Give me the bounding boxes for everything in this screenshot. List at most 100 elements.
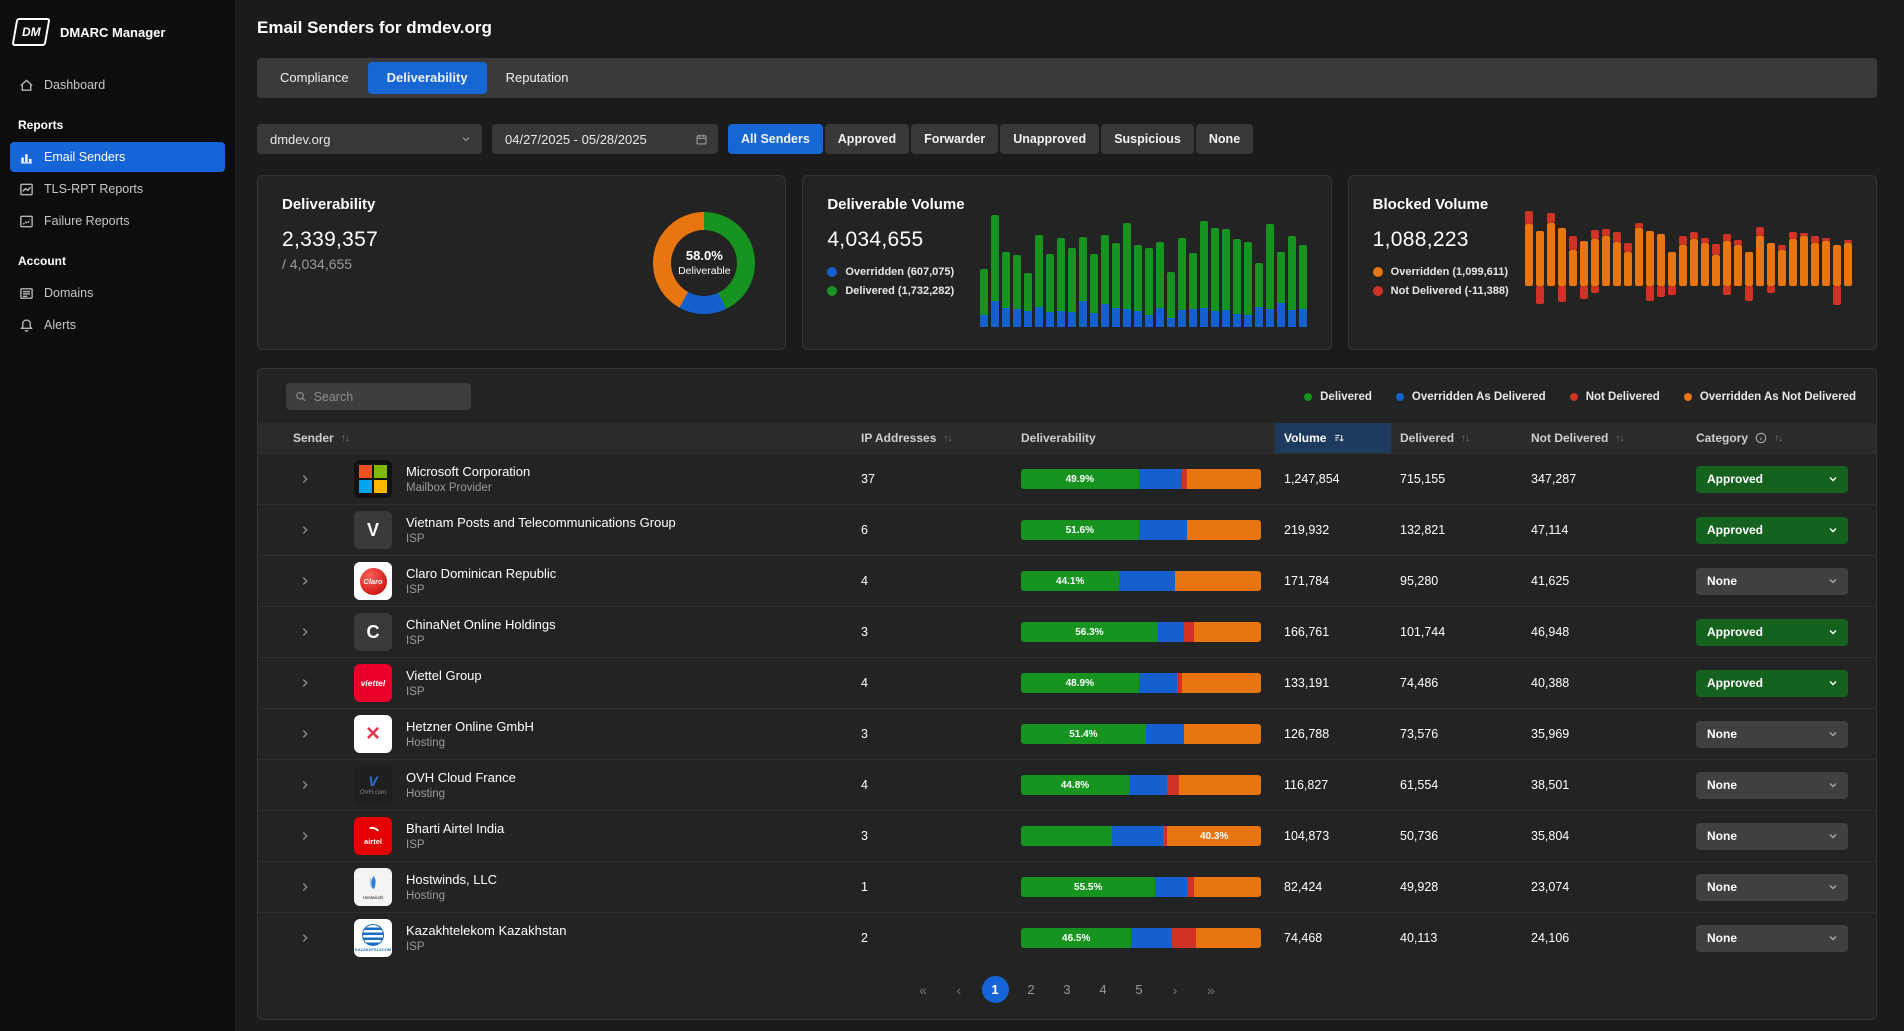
filter-button-forwarder[interactable]: Forwarder [911, 124, 998, 154]
sidebar-item-alerts[interactable]: Alerts [10, 310, 225, 340]
expand-row-chevron-icon[interactable] [298, 931, 314, 945]
sender-type: ISP [406, 941, 566, 953]
blocked-volume-legend-item: Not Delivered (-11,388) [1373, 285, 1509, 297]
info-icon[interactable] [1755, 432, 1767, 444]
sidebar-item-tls-rpt-reports[interactable]: TLS-RPT Reports [10, 174, 225, 204]
category-cell: Approved [1692, 619, 1876, 646]
donut-label: Deliverable [678, 265, 731, 277]
filter-button-all-senders[interactable]: All Senders [728, 124, 823, 154]
sidebar-item-email-senders[interactable]: Email Senders [10, 142, 225, 172]
stacked-bar [1200, 221, 1208, 327]
expand-row-chevron-icon[interactable] [298, 625, 314, 639]
calendar-icon [695, 133, 708, 146]
bar-not-delivered-below [1723, 286, 1731, 295]
bar-overridden [1778, 250, 1786, 286]
category-dropdown[interactable]: Approved [1696, 517, 1848, 544]
tab-deliverability[interactable]: Deliverability [368, 62, 487, 94]
blocked-bar [1822, 206, 1830, 326]
blocked-bar [1591, 206, 1599, 326]
sidebar-item-domains[interactable]: Domains [10, 278, 225, 308]
tab-compliance[interactable]: Compliance [261, 62, 368, 94]
category-dropdown[interactable]: None [1696, 925, 1848, 952]
bar-delivered [1123, 223, 1131, 309]
deliverability-pct-label: 51.4% [1021, 724, 1146, 744]
category-dropdown[interactable]: Approved [1696, 466, 1848, 493]
category-dropdown[interactable]: None [1696, 721, 1848, 748]
volume-value: 166,761 [1275, 625, 1391, 639]
stacked-bar [1233, 239, 1241, 327]
column-header-sender[interactable]: Sender↑↓ [278, 423, 861, 453]
pagination-page-5[interactable]: 5 [1126, 976, 1153, 1003]
pagination-page-2[interactable]: 2 [1018, 976, 1045, 1003]
bar-overridden-delivered [1112, 826, 1162, 846]
domain-select-value: dmdev.org [270, 132, 330, 147]
expand-row-chevron-icon[interactable] [298, 472, 314, 486]
pagination-last[interactable]: » [1198, 976, 1225, 1003]
column-header-ip-addresses[interactable]: IP Addresses↑↓ [861, 423, 1021, 453]
category-dropdown[interactable]: Approved [1696, 670, 1848, 697]
expand-row-chevron-icon[interactable] [298, 778, 314, 792]
stacked-bar [1112, 243, 1120, 327]
sidebar-item-dashboard[interactable]: Dashboard [10, 70, 225, 100]
pagination-next[interactable]: › [1162, 976, 1189, 1003]
not-delivered-value: 40,388 [1522, 676, 1692, 690]
category-dropdown[interactable]: None [1696, 568, 1848, 595]
pagination-page-3[interactable]: 3 [1054, 976, 1081, 1003]
column-header-not-delivered[interactable]: Not Delivered↑↓ [1522, 423, 1692, 453]
column-header-volume[interactable]: Volume [1275, 423, 1391, 453]
column-header-delivered[interactable]: Delivered↑↓ [1391, 423, 1522, 453]
chevron-down-icon [1827, 932, 1839, 944]
expand-row-chevron-icon[interactable] [298, 880, 314, 894]
category-dropdown[interactable]: None [1696, 823, 1848, 850]
sidebar-item-failure-reports[interactable]: Failure Reports [10, 206, 225, 236]
bar-not-delivered-below [1657, 286, 1665, 297]
table-row: HostwindsHostwinds, LLCHosting155.5%82,4… [258, 861, 1876, 912]
pagination-first[interactable]: « [910, 976, 937, 1003]
card-title: Deliverability [282, 196, 378, 213]
filter-button-approved[interactable]: Approved [825, 124, 909, 154]
deliverability-cell: 48.9% [1021, 673, 1275, 693]
sort-icon: ↑↓ [1774, 433, 1782, 444]
domain-select[interactable]: dmdev.org [257, 124, 482, 154]
delivered-value: 715,155 [1391, 472, 1522, 486]
column-header-category[interactable]: Category↑↓ [1692, 423, 1876, 453]
category-dropdown[interactable]: None [1696, 772, 1848, 799]
sender-type: ISP [406, 584, 556, 596]
bar-delivered: 49.9% [1021, 469, 1139, 489]
tab-reputation[interactable]: Reputation [487, 62, 588, 94]
category-dropdown[interactable]: Approved [1696, 619, 1848, 646]
expand-row-chevron-icon[interactable] [298, 574, 314, 588]
filter-button-none[interactable]: None [1196, 124, 1253, 154]
pagination-page-1[interactable]: 1 [982, 976, 1009, 1003]
bar-overridden [1635, 228, 1643, 286]
pagination-prev[interactable]: ‹ [946, 976, 973, 1003]
category-cell: None [1692, 823, 1876, 850]
pagination-page-4[interactable]: 4 [1090, 976, 1117, 1003]
expand-row-chevron-icon[interactable] [298, 523, 314, 537]
sender-name: Hostwinds, LLC [406, 872, 497, 887]
category-dropdown[interactable]: None [1696, 874, 1848, 901]
search-input[interactable] [314, 390, 462, 404]
expand-row-chevron-icon[interactable] [298, 676, 314, 690]
ip-addresses-value: 6 [861, 523, 1021, 537]
table-legend-item: Not Delivered [1570, 391, 1660, 403]
bar-overridden-delivered [1146, 724, 1184, 744]
blocked-bar [1525, 206, 1533, 326]
bar-overridden [1525, 224, 1533, 286]
expand-row-chevron-icon[interactable] [298, 727, 314, 741]
sidebar-item-label: Domains [44, 286, 93, 300]
bar-delivered [1277, 252, 1285, 303]
bar-delivered [1299, 245, 1307, 309]
date-range-value: 04/27/2025 - 05/28/2025 [505, 132, 647, 147]
date-range-picker[interactable]: 04/27/2025 - 05/28/2025 [492, 124, 718, 154]
filter-button-suspicious[interactable]: Suspicious [1101, 124, 1194, 154]
search-box[interactable] [286, 383, 471, 410]
bar-overridden [1101, 304, 1109, 327]
filter-button-unapproved[interactable]: Unapproved [1000, 124, 1099, 154]
bar-overridden [1789, 239, 1797, 286]
bar-not-delivered-below [1536, 286, 1544, 304]
expand-row-chevron-icon[interactable] [298, 829, 314, 843]
not-delivered-value: 41,625 [1522, 574, 1692, 588]
bar-not-delivered-top [1679, 236, 1687, 245]
legend-label: Delivered [1320, 391, 1372, 403]
